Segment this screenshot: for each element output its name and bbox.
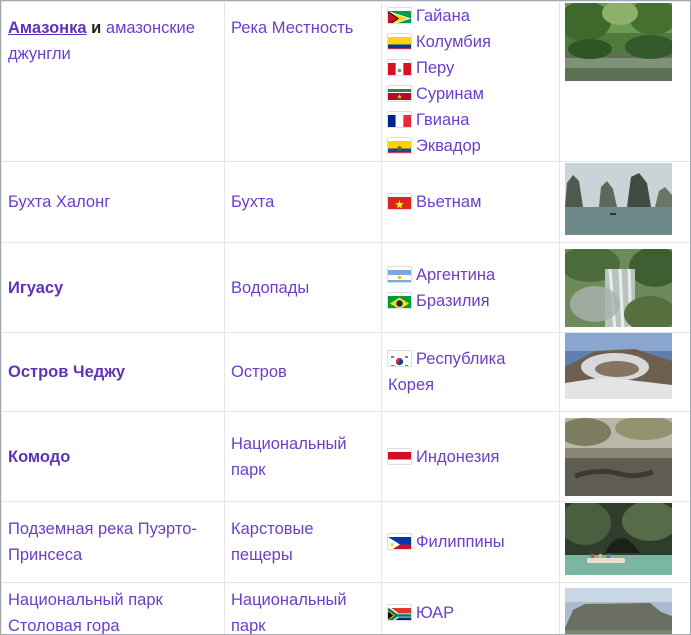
- type-link[interactable]: Карстовые пещеры: [231, 520, 314, 564]
- type-link[interactable]: Национальный парк: [231, 591, 347, 634]
- photo-cell: [559, 582, 690, 634]
- guyana-flag-icon: [388, 8, 411, 23]
- table-row: Комодо Национальный парк Индонезия: [1, 411, 690, 502]
- country-item: Индонезия: [388, 444, 553, 470]
- country-link[interactable]: Филиппины: [416, 533, 505, 551]
- name-cell: Амазонка и амазонские джунгли: [1, 1, 225, 162]
- countries-cell: Республика Корея: [381, 332, 560, 412]
- country-item: Аргентина: [388, 262, 553, 288]
- countries-cell: Гайана Колумбия Перу Суринам Гвиана Эква…: [381, 1, 560, 162]
- country-item: ЮАР: [388, 600, 553, 626]
- name-conjunction: и: [91, 19, 102, 37]
- table-frame: Амазонка и амазонские джунгли Река Местн…: [0, 0, 691, 635]
- name-cell: Игуасу: [1, 242, 225, 333]
- photo-cell: [559, 161, 690, 243]
- wonders-table: Амазонка и амазонские джунгли Река Местн…: [1, 1, 690, 634]
- type-cell: Карстовые пещеры: [224, 501, 382, 583]
- country-item: Перу: [388, 55, 553, 81]
- name-cell: Остров Чеджу: [1, 332, 225, 412]
- name-link[interactable]: Комодо: [8, 448, 70, 466]
- country-link[interactable]: Гвиана: [416, 111, 469, 129]
- country-link[interactable]: ЮАР: [416, 604, 454, 622]
- countries-cell: Филиппины: [381, 501, 560, 583]
- type-cell: Река Местность: [224, 1, 382, 162]
- brazil-flag-icon: [388, 293, 411, 308]
- country-link[interactable]: Аргентина: [416, 266, 495, 284]
- type-link[interactable]: Река Местность: [231, 19, 353, 37]
- type-cell: Национальный парк: [224, 582, 382, 634]
- photo-cell: [559, 411, 690, 502]
- countries-cell: ЮАР: [381, 582, 560, 634]
- country-item: Бразилия: [388, 288, 553, 314]
- underground-river-photo[interactable]: [565, 503, 672, 581]
- halong-bay-photo[interactable]: [565, 163, 672, 241]
- country-link[interactable]: Индонезия: [416, 448, 499, 466]
- komodo-photo[interactable]: [565, 417, 672, 496]
- table-row: Остров Чеджу Остров Республика Корея: [1, 332, 690, 412]
- name-link[interactable]: Бухта Халонг: [8, 193, 110, 211]
- country-item: Филиппины: [388, 529, 553, 555]
- country-link[interactable]: Суринам: [416, 85, 484, 103]
- table-row: Игуасу Водопады Аргентина Бразилия: [1, 242, 690, 333]
- country-link[interactable]: Гайана: [416, 7, 470, 25]
- country-link[interactable]: Бразилия: [416, 292, 490, 310]
- table-row: Подземная река Пуэрто-Принсеса Карстовые…: [1, 501, 690, 583]
- country-link[interactable]: Вьетнам: [416, 193, 481, 211]
- south-korea-flag-icon: [388, 351, 411, 366]
- name-cell: Бухта Халонг: [1, 161, 225, 243]
- name-link[interactable]: Национальный парк Столовая гора: [8, 591, 163, 634]
- name-link[interactable]: Остров Чеджу: [8, 363, 125, 381]
- country-item: Гайана: [388, 3, 553, 29]
- country-item: Суринам: [388, 81, 553, 107]
- photo-cell: [559, 242, 690, 333]
- south-africa-flag-icon: [388, 605, 411, 620]
- type-cell: Водопады: [224, 242, 382, 333]
- country-item: Гвиана: [388, 107, 553, 133]
- indonesia-flag-icon: [388, 449, 411, 464]
- table-row: Национальный парк Столовая гора Национал…: [1, 582, 690, 634]
- name-cell: Подземная река Пуэрто-Принсеса: [1, 501, 225, 583]
- suriname-flag-icon: [388, 86, 411, 101]
- country-item: Колумбия: [388, 29, 553, 55]
- colombia-flag-icon: [388, 34, 411, 49]
- table-row: Бухта Халонг Бухта Вьетнам: [1, 161, 690, 243]
- name-link[interactable]: Подземная река Пуэрто-Принсеса: [8, 520, 197, 564]
- peru-flag-icon: [388, 60, 411, 75]
- type-cell: Национальный парк: [224, 411, 382, 502]
- jeju-photo[interactable]: [565, 333, 672, 411]
- table-row: Амазонка и амазонские джунгли Река Местн…: [1, 1, 690, 162]
- france-flag-icon: [388, 112, 411, 127]
- country-item: Эквадор: [388, 133, 553, 159]
- countries-cell: Аргентина Бразилия: [381, 242, 560, 333]
- philippines-flag-icon: [388, 534, 411, 549]
- country-link[interactable]: Эквадор: [416, 137, 481, 155]
- name-link[interactable]: Игуасу: [8, 279, 63, 297]
- type-cell: Бухта: [224, 161, 382, 243]
- amazon-link[interactable]: Амазонка: [8, 19, 87, 37]
- type-link[interactable]: Остров: [231, 363, 287, 381]
- photo-cell: [559, 332, 690, 412]
- name-cell: Комодо: [1, 411, 225, 502]
- argentina-flag-icon: [388, 267, 411, 282]
- name-cell: Национальный парк Столовая гора: [1, 582, 225, 634]
- country-link[interactable]: Колумбия: [416, 33, 491, 51]
- type-link[interactable]: Национальный парк: [231, 435, 347, 479]
- photo-cell: [559, 501, 690, 583]
- iguazu-photo[interactable]: [565, 248, 672, 327]
- country-link[interactable]: Перу: [416, 59, 454, 77]
- vietnam-flag-icon: [388, 194, 411, 209]
- ecuador-flag-icon: [388, 138, 411, 153]
- type-cell: Остров: [224, 332, 382, 412]
- type-link[interactable]: Водопады: [231, 279, 309, 297]
- countries-cell: Индонезия: [381, 411, 560, 502]
- type-link[interactable]: Бухта: [231, 193, 274, 211]
- photo-cell: [559, 1, 690, 162]
- amazon-photo[interactable]: [565, 3, 672, 81]
- countries-cell: Вьетнам: [381, 161, 560, 243]
- table-mountain-photo[interactable]: [565, 588, 672, 634]
- country-item: Вьетнам: [388, 189, 553, 215]
